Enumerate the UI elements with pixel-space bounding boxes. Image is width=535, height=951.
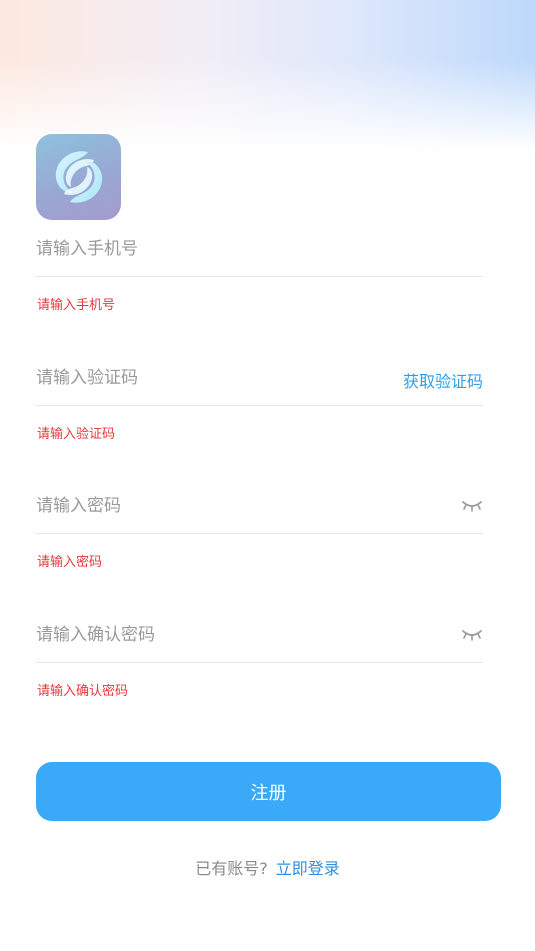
header-gradient (0, 0, 535, 150)
get-code-button[interactable]: 获取验证码 (403, 368, 483, 392)
code-field-row: 获取验证码 (36, 351, 483, 406)
confirm-password-field-row (36, 608, 483, 663)
app-logo (36, 134, 121, 220)
confirm-password-input[interactable] (36, 608, 396, 662)
login-link[interactable]: 立即登录 (276, 859, 340, 878)
have-account-text: 已有账号? (195, 859, 268, 878)
eye-closed-icon[interactable] (461, 497, 483, 513)
password-input[interactable] (36, 479, 396, 533)
phone-field-row (36, 222, 483, 277)
phone-input[interactable] (36, 222, 396, 276)
confirm-password-error: 请输入确认密码 (37, 684, 129, 699)
register-page: 请输入手机号 获取验证码 请输入验证码 请输入密码 请输入确认密码 注册 已有账… (0, 0, 535, 951)
login-prompt: 已有账号? 立即登录 (0, 855, 535, 879)
password-error: 请输入密码 (37, 555, 103, 570)
eye-closed-icon[interactable] (461, 626, 483, 642)
register-button[interactable]: 注册 (36, 762, 501, 821)
phone-error: 请输入手机号 (37, 298, 116, 313)
code-error: 请输入验证码 (37, 427, 116, 442)
password-field-row (36, 479, 483, 534)
globe-swirl-icon (55, 151, 102, 203)
verification-code-input[interactable] (36, 351, 396, 405)
